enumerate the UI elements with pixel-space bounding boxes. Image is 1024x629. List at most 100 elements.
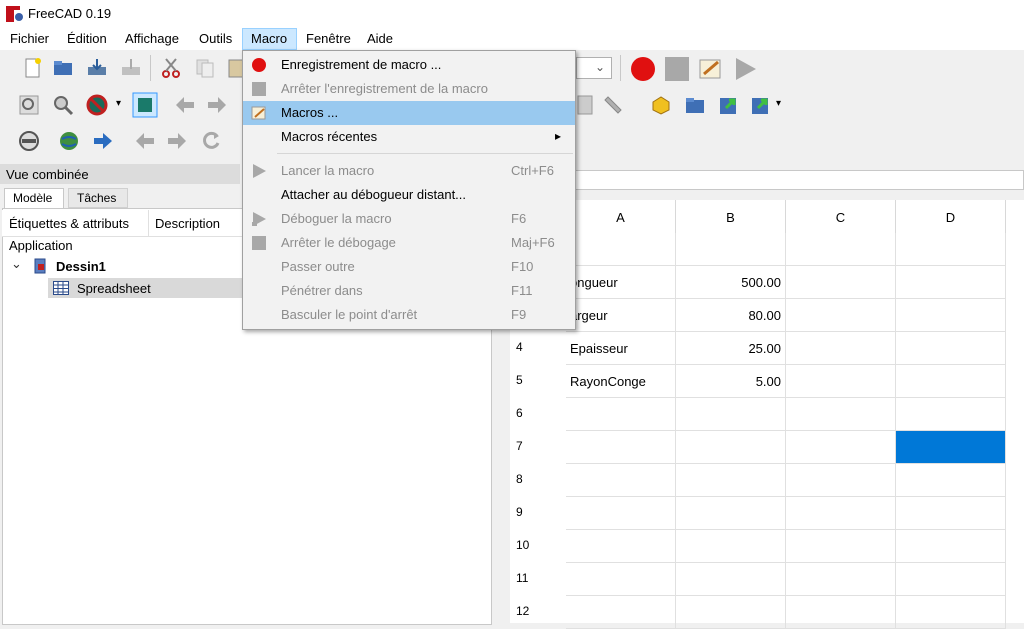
cell-c1[interactable] <box>786 233 896 266</box>
cut-icon[interactable] <box>160 57 182 79</box>
cell-b6[interactable] <box>676 398 786 431</box>
menu-edition[interactable]: Édition <box>67 31 107 46</box>
column-header-b[interactable]: B <box>676 200 786 236</box>
bounding-box-icon[interactable] <box>132 92 158 118</box>
cell-a12[interactable] <box>566 596 676 629</box>
tab-tasks[interactable]: Tâches <box>68 188 128 208</box>
cell-d12[interactable] <box>896 596 1006 629</box>
forward-arrow-icon[interactable] <box>206 94 228 116</box>
cell-d9[interactable] <box>896 497 1006 530</box>
column-header-d[interactable]: D <box>896 200 1006 236</box>
stop-recording-icon[interactable] <box>664 56 690 82</box>
group-folder-icon[interactable] <box>684 94 706 116</box>
column-header-c[interactable]: C <box>786 200 896 236</box>
menu-item-record-macro[interactable]: Enregistrement de macro ... <box>243 53 575 77</box>
cell-b10[interactable] <box>676 530 786 563</box>
menu-aide[interactable]: Aide <box>367 31 393 46</box>
cell-b8[interactable] <box>676 464 786 497</box>
menu-macro[interactable]: Macro <box>251 31 287 46</box>
cell-a6[interactable] <box>566 398 676 431</box>
cell-c4[interactable] <box>786 332 896 365</box>
menu-item-run-macro[interactable]: Lancer la macro Ctrl+F6 <box>243 159 575 183</box>
cell-a1[interactable] <box>566 233 676 266</box>
cell-d6[interactable] <box>896 398 1006 431</box>
cell-c10[interactable] <box>786 530 896 563</box>
cell-d11[interactable] <box>896 563 1006 596</box>
expand-chevron-icon[interactable]: ⌄ <box>11 256 22 272</box>
menu-item-step-over[interactable]: Passer outre F10 <box>243 255 575 279</box>
menu-item-macros[interactable]: Macros ... <box>243 101 575 125</box>
globe-icon[interactable] <box>58 130 80 152</box>
spreadsheet-grid[interactable]: A B C D ongueur 500.00 argeur 80.00 4 Epa… <box>510 200 1024 629</box>
cell-b4[interactable]: 25.00 <box>676 332 786 365</box>
row-header[interactable]: 4 <box>510 340 566 354</box>
cell-content-input[interactable] <box>510 170 1024 190</box>
column-description[interactable]: Description <box>155 216 220 231</box>
cell-d5[interactable] <box>896 365 1006 398</box>
selected-cell-d7[interactable] <box>896 431 1006 464</box>
zoom-icon[interactable] <box>52 94 74 116</box>
caret-down-icon[interactable]: ▾ <box>776 98 781 109</box>
tree-item-dessin1[interactable]: Dessin1 <box>56 259 106 274</box>
cell-c8[interactable] <box>786 464 896 497</box>
cell-a7[interactable] <box>566 431 676 464</box>
cell-b11[interactable] <box>676 563 786 596</box>
row-header[interactable]: 9 <box>510 505 566 519</box>
cell-b12[interactable] <box>676 596 786 629</box>
menu-item-attach-debugger[interactable]: Attacher au débogueur distant... <box>243 183 575 207</box>
row-header[interactable]: 5 <box>510 373 566 387</box>
menu-outils[interactable]: Outils <box>199 31 232 46</box>
link-icon[interactable] <box>718 94 740 116</box>
row-header[interactable]: 7 <box>510 439 566 453</box>
cell-b7[interactable] <box>676 431 786 464</box>
macro-edit-icon[interactable] <box>698 56 724 82</box>
row-header[interactable]: 10 <box>510 538 566 552</box>
save-as-icon[interactable] <box>120 57 142 79</box>
open-folder-icon[interactable] <box>52 57 74 79</box>
menu-item-toggle-breakpoint[interactable]: Basculer le point d'arrêt F9 <box>243 303 575 327</box>
menu-item-step-into[interactable]: Pénétrer dans F11 <box>243 279 575 303</box>
new-document-icon[interactable] <box>22 57 44 79</box>
cell-b2[interactable]: 500.00 <box>676 266 786 299</box>
cell-c9[interactable] <box>786 497 896 530</box>
cell-d8[interactable] <box>896 464 1006 497</box>
cell-d4[interactable] <box>896 332 1006 365</box>
cell-a9[interactable] <box>566 497 676 530</box>
workbench-icon-1[interactable] <box>574 94 596 116</box>
record-macro-icon[interactable] <box>630 56 656 82</box>
web-back-icon[interactable] <box>134 130 156 152</box>
cell-d1[interactable] <box>896 233 1006 266</box>
workbench-select[interactable]: ⌄ <box>576 57 612 79</box>
cell-c2[interactable] <box>786 266 896 299</box>
cell-a10[interactable] <box>566 530 676 563</box>
cell-a8[interactable] <box>566 464 676 497</box>
row-header[interactable]: 11 <box>510 571 566 585</box>
refresh-icon[interactable] <box>200 130 222 152</box>
cell-a3[interactable]: argeur <box>566 299 676 332</box>
menu-affichage[interactable]: Affichage <box>125 31 179 46</box>
column-header-e-partial[interactable] <box>1006 200 1024 236</box>
cell-b1[interactable] <box>676 233 786 266</box>
cell-c12[interactable] <box>786 596 896 629</box>
cell-d2[interactable] <box>896 266 1006 299</box>
cell-c5[interactable] <box>786 365 896 398</box>
cell-c3[interactable] <box>786 299 896 332</box>
menu-item-debug-macro[interactable]: Déboguer la macro F6 <box>243 207 575 231</box>
tab-model[interactable]: Modèle <box>4 188 64 208</box>
menu-fichier[interactable]: Fichier <box>10 31 49 46</box>
cell-a5[interactable]: RayonConge <box>566 365 676 398</box>
caret-down-icon[interactable]: ▾ <box>116 98 121 109</box>
menu-fenetre[interactable]: Fenêtre <box>306 31 351 46</box>
web-workbench-icon[interactable] <box>18 130 40 152</box>
draw-style-icon[interactable] <box>86 94 108 116</box>
cell-c6[interactable] <box>786 398 896 431</box>
row-header[interactable]: 8 <box>510 472 566 486</box>
cell-d3[interactable] <box>896 299 1006 332</box>
menu-item-stop-recording[interactable]: Arrêter l'enregistrement de la macro <box>243 77 575 101</box>
cell-b5[interactable]: 5.00 <box>676 365 786 398</box>
run-macro-icon[interactable] <box>732 56 758 82</box>
copy-icon[interactable] <box>194 57 216 79</box>
row-header[interactable]: 12 <box>510 604 566 618</box>
back-arrow-icon[interactable] <box>174 94 196 116</box>
cell-a11[interactable] <box>566 563 676 596</box>
